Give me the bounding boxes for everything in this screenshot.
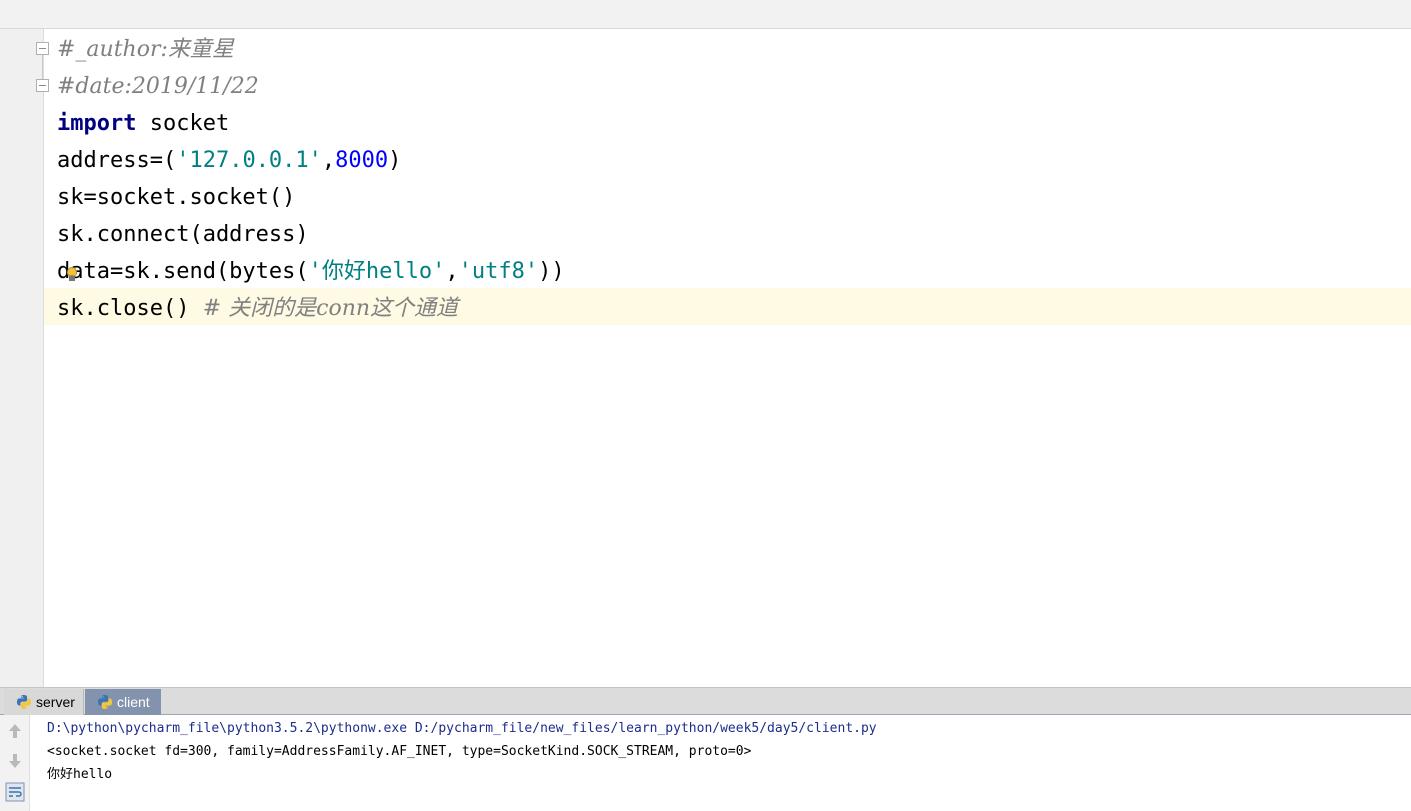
code-line[interactable]: sk.connect(address) xyxy=(57,216,1411,253)
code-line[interactable]: sk.close() # 关闭的是conn这个通道 xyxy=(57,290,1411,327)
code-editor[interactable]: #_author:来童星 #date:2019/11/22 import socke… xyxy=(0,29,1411,687)
fold-end-icon[interactable] xyxy=(36,79,49,92)
code-token: sk.connect(address) xyxy=(57,222,309,247)
python-icon xyxy=(17,695,31,709)
editor-tab-bar xyxy=(0,0,1411,29)
code-keyword: import xyxy=(57,111,137,136)
code-line[interactable]: sk=socket.socket() xyxy=(57,179,1411,216)
run-tab-label: client xyxy=(117,694,150,710)
intention-bulb-icon[interactable] xyxy=(67,267,77,281)
code-token: socket xyxy=(136,111,230,136)
code-token: data=sk.send(bytes( xyxy=(57,259,309,284)
arrow-down-icon[interactable] xyxy=(5,751,25,771)
code-token: sk.close() xyxy=(57,296,203,321)
console-output-line: <socket.socket fd=300, family=AddressFam… xyxy=(47,744,752,759)
code-string: '127.0.0.1' xyxy=(176,148,322,173)
code-token: sk=socket.socket() xyxy=(57,185,296,210)
arrow-up-icon[interactable] xyxy=(5,721,25,741)
code-line[interactable]: #_author:来童星 xyxy=(57,31,1411,68)
code-comment: # 关闭的是conn这个通道 xyxy=(202,296,459,321)
run-tabs: server client xyxy=(0,687,1411,715)
code-number: 8000 xyxy=(335,148,389,173)
code-lines[interactable]: #_author:来童星 #date:2019/11/22 import socke… xyxy=(57,31,1411,327)
code-line[interactable]: data=sk.send(bytes('你好hello','utf8')) xyxy=(57,253,1411,290)
console-output[interactable]: D:\python\pycharm_file\python3.5.2\pytho… xyxy=(47,717,1411,786)
code-line[interactable]: import socket xyxy=(57,105,1411,142)
run-toolbar xyxy=(0,715,30,811)
code-string: 'utf8' xyxy=(458,259,539,284)
python-icon xyxy=(98,695,112,709)
soft-wrap-icon[interactable] xyxy=(5,782,25,802)
editor-gutter xyxy=(0,29,49,687)
run-tab-server[interactable]: server xyxy=(4,689,84,715)
code-token: ) xyxy=(388,148,402,173)
code-comment: #date:2019/11/22 xyxy=(57,74,259,99)
run-console-panel: D:\python\pycharm_file\python3.5.2\pytho… xyxy=(0,715,1411,811)
code-line[interactable]: address=('127.0.0.1',8000) xyxy=(57,142,1411,179)
code-comment: #_author:来童星 xyxy=(57,37,234,62)
code-token: )) xyxy=(538,259,565,284)
code-string: '你好hello' xyxy=(308,259,446,284)
code-token: address=( xyxy=(57,148,177,173)
code-token: , xyxy=(445,259,459,284)
run-tab-client[interactable]: client xyxy=(85,689,161,715)
code-token: , xyxy=(321,148,336,173)
code-line[interactable]: #date:2019/11/22 xyxy=(57,68,1411,105)
console-command-line: D:\python\pycharm_file\python3.5.2\pytho… xyxy=(47,721,877,736)
console-output-line: 你好hello xyxy=(47,767,113,782)
run-tab-label: server xyxy=(36,694,75,710)
fold-start-icon[interactable] xyxy=(36,42,49,55)
